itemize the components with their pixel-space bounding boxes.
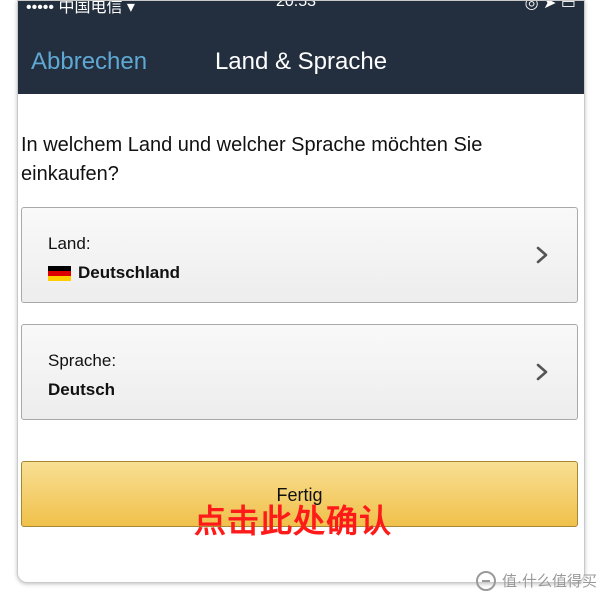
- watermark: 值·什么值得买: [476, 570, 597, 591]
- country-name: Deutschland: [78, 263, 181, 282]
- watermark-logo-icon: [476, 570, 496, 591]
- language-selector[interactable]: Sprache: Deutsch: [21, 324, 578, 420]
- watermark-text: 值·什么值得买: [502, 573, 597, 590]
- country-value: Deutschland: [48, 263, 180, 283]
- language-name: Deutsch: [48, 380, 116, 399]
- status-time: 20:53: [276, 1, 317, 10]
- question-text: In welchem Land und welcher Sprache möch…: [21, 134, 483, 185]
- cancel-button[interactable]: Abbrechen: [31, 48, 147, 76]
- language-value: Deutsch: [48, 380, 115, 400]
- chevron-right-icon: [536, 363, 548, 381]
- germany-flag-icon: [48, 265, 71, 281]
- country-label: Land:: [48, 234, 91, 253]
- navigation-header: ••••• 中国电信 ▾ 20:53 ◎ ➤ ▭ Abbrechen Land …: [18, 1, 584, 94]
- status-icons: ◎ ➤ ▭: [524, 1, 576, 12]
- status-carrier: ••••• 中国电信 ▾: [26, 1, 135, 16]
- red-annotation-text: 点击此处确认: [194, 502, 393, 540]
- language-label: Sprache:: [48, 351, 117, 370]
- country-selector[interactable]: Land: Deutschland: [21, 207, 578, 303]
- status-bar: ••••• 中国电信 ▾ 20:53 ◎ ➤ ▭: [18, 1, 584, 19]
- chevron-right-icon: [536, 246, 548, 264]
